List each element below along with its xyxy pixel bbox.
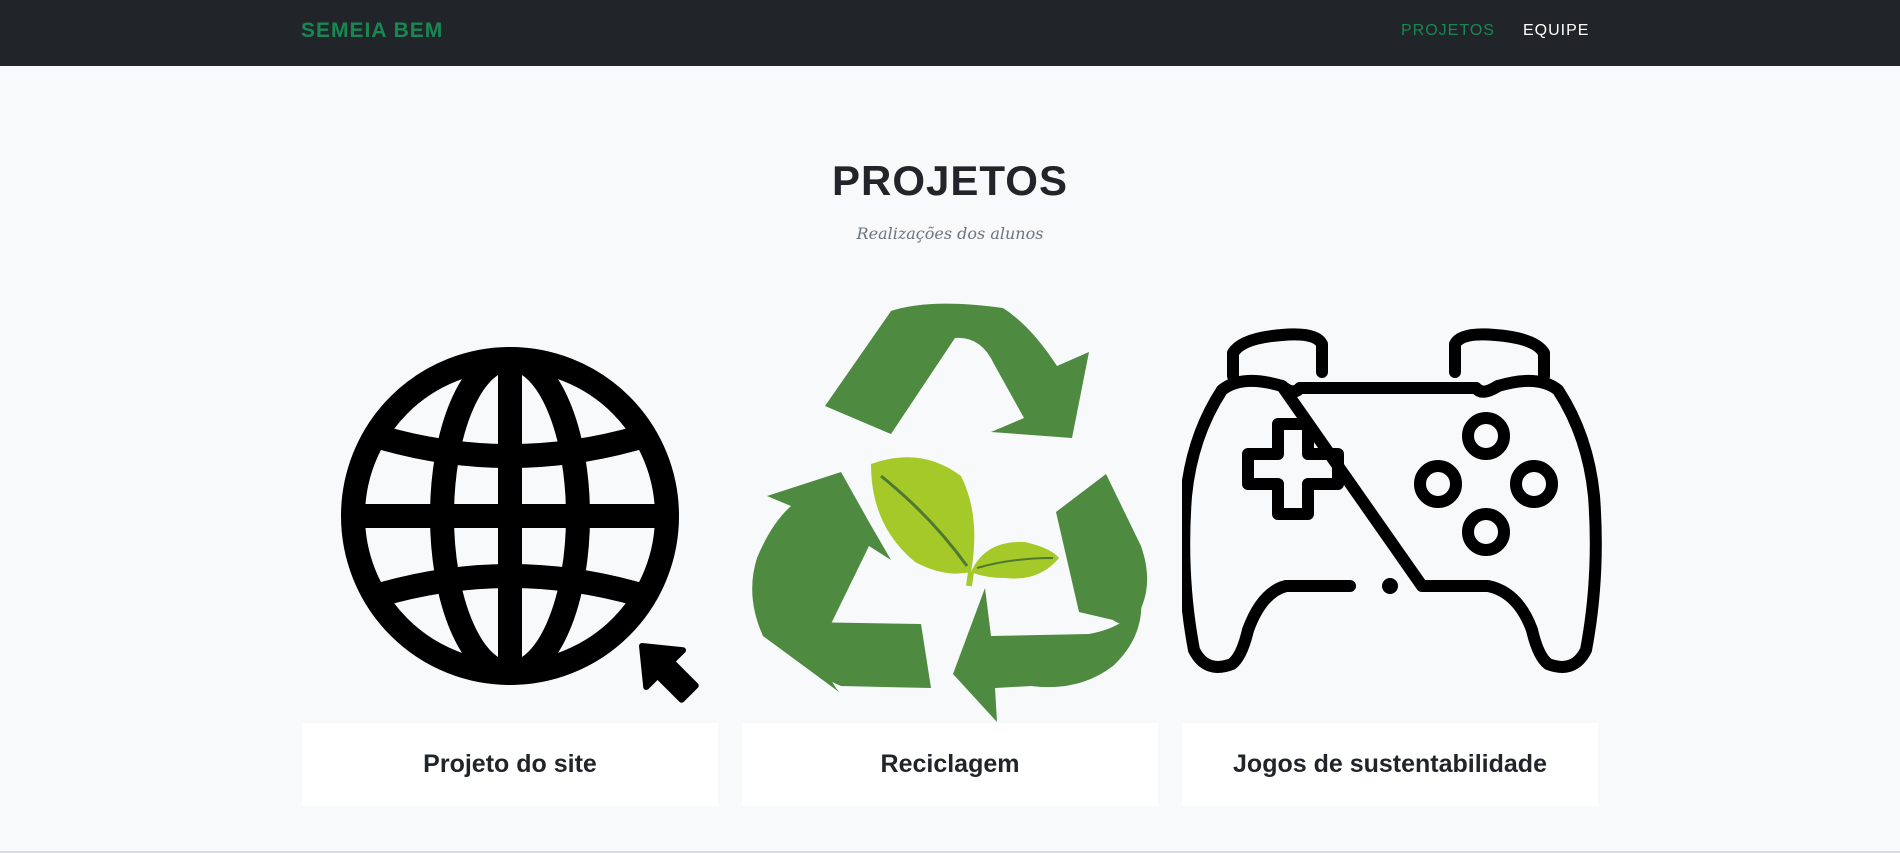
nav-link-equipe[interactable]: EQUIPE	[1523, 22, 1589, 40]
section-title: PROJETOS	[832, 157, 1068, 204]
gamepad-icon[interactable]	[1182, 296, 1602, 722]
nav-link-projetos[interactable]: PROJETOS	[1401, 22, 1495, 40]
section-subtitle: Realizações dos alunos	[856, 224, 1044, 243]
project-card-reciclagem[interactable]: Reciclagem	[742, 723, 1158, 806]
project-card-jogos[interactable]: Jogos de sustentabilidade	[1182, 723, 1598, 806]
globe-cursor-icon[interactable]	[302, 296, 722, 722]
project-card-site[interactable]: Projeto do site	[302, 723, 718, 806]
recycle-leaves-icon[interactable]	[741, 296, 1161, 722]
brand-logo[interactable]: SEMEIA BEM	[301, 19, 443, 43]
navbar: SEMEIA BEM PROJETOS EQUIPE	[0, 0, 1900, 66]
